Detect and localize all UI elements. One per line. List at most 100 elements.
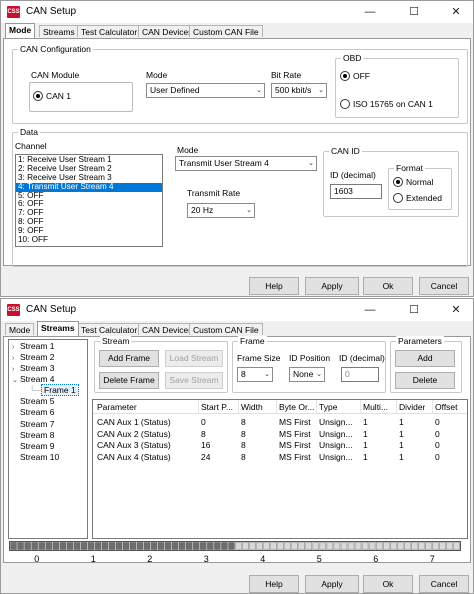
channel-item[interactable]: 10: OFF xyxy=(16,235,162,245)
tree-item-stream-3[interactable]: › Stream 3 xyxy=(12,363,55,374)
tab-custom-can-file[interactable]: Custom CAN File xyxy=(189,323,263,335)
bit-cell xyxy=(45,542,52,550)
table-cell: Unsign... xyxy=(319,440,353,450)
channel-listbox[interactable]: 1: Receive User Stream 1 2: Receive User … xyxy=(15,154,163,247)
tree-item-stream-9[interactable]: Stream 9 xyxy=(20,441,55,452)
table-cell: CAN Aux 2 (Status) xyxy=(97,428,171,439)
bit-cell xyxy=(333,542,341,550)
obd-radio-off[interactable]: OFF xyxy=(340,71,370,81)
table-row[interactable]: CAN Aux 1 (Status) 0 8 MS First Unsign... 1 1 0 xyxy=(93,417,467,428)
add-frame-button[interactable]: Add Frame xyxy=(99,350,159,367)
column-header[interactable]: Parameter xyxy=(97,402,137,412)
table-row[interactable]: CAN Aux 4 (Status) 24 8 MS First Unsign... 1 1… xyxy=(93,452,467,463)
mode-tab-panel: CAN Configuration CAN Module CAN 1 Mode … xyxy=(3,38,471,267)
column-separator[interactable] xyxy=(432,400,433,413)
column-separator[interactable] xyxy=(198,400,199,413)
tree-item-stream-6[interactable]: Stream 6 xyxy=(20,407,55,418)
data-mode-select[interactable]: Transmit User Stream 4 ⌄ xyxy=(175,156,317,171)
bit-cell xyxy=(411,542,418,550)
mode-select-value: User Defined xyxy=(150,85,200,95)
ok-button[interactable]: Ok xyxy=(363,575,413,593)
stream-tree[interactable]: › Stream 1 › Stream 2 › Stream 3 ⌄ Stream 4 … xyxy=(8,339,88,539)
table-row[interactable]: CAN Aux 2 (Status) 8 8 MS First Unsign... 1 1 0 xyxy=(93,429,467,440)
tree-item-frame-1[interactable]: └─ Frame 1 xyxy=(29,384,79,396)
tab-can-devices[interactable]: CAN Devices xyxy=(138,25,197,37)
maximize-icon[interactable]: ☐ xyxy=(399,1,429,23)
column-separator[interactable] xyxy=(276,400,277,413)
data-group: Data Channel 1: Receive User Stream 1 2: … xyxy=(12,127,468,267)
maximize-icon[interactable]: ☐ xyxy=(399,299,429,321)
id-position-value: None xyxy=(293,369,314,379)
table-row[interactable]: CAN Aux 3 (Status) 16 8 MS First Unsign... 1 1… xyxy=(93,440,467,451)
column-header[interactable]: Byte Or... xyxy=(279,402,314,412)
ok-button[interactable]: Ok xyxy=(363,277,413,295)
can-module-radio-can1[interactable]: CAN 1 xyxy=(33,91,71,101)
obd-off-label: OFF xyxy=(353,71,370,81)
parameter-table[interactable]: Parameter Start P... Width Byte Or... Type Mu… xyxy=(92,399,468,539)
save-stream-button[interactable]: Save Stream xyxy=(165,372,223,389)
help-button[interactable]: Help xyxy=(249,277,299,295)
column-separator[interactable] xyxy=(360,400,361,413)
bit-cell xyxy=(108,542,116,550)
cancel-button[interactable]: Cancel xyxy=(419,575,469,593)
tree-item-stream-7[interactable]: Stream 7 xyxy=(20,419,55,430)
data-label: Data xyxy=(18,127,40,137)
column-separator[interactable] xyxy=(316,400,317,413)
apply-button[interactable]: Apply xyxy=(305,575,359,593)
help-button[interactable]: Help xyxy=(249,575,299,593)
tab-mode[interactable]: Mode xyxy=(5,323,35,335)
tab-custom-can-file[interactable]: Custom CAN File xyxy=(189,25,263,37)
column-header[interactable]: Offset xyxy=(435,402,458,412)
tree-item-stream-2[interactable]: › Stream 2 xyxy=(12,352,55,363)
tab-test-calculator[interactable]: Test Calculator xyxy=(77,25,142,37)
tree-item-stream-1[interactable]: › Stream 1 xyxy=(12,341,55,352)
tree-item-label: Stream 4 xyxy=(20,374,55,384)
minimize-icon[interactable]: — xyxy=(355,1,385,23)
close-icon[interactable]: ✕ xyxy=(441,299,471,321)
tab-test-calculator[interactable]: Test Calculator xyxy=(77,323,142,335)
add-parameter-button[interactable]: Add xyxy=(395,350,455,367)
close-icon[interactable]: ✕ xyxy=(441,1,471,23)
bit-rate-select[interactable]: 500 kbit/s ⌄ xyxy=(271,83,327,98)
column-separator[interactable] xyxy=(396,400,397,413)
obd-radio-iso[interactable]: ISO 15765 on CAN 1 xyxy=(340,99,433,109)
chevron-down-icon: ⌄ xyxy=(264,371,270,378)
cancel-button[interactable]: Cancel xyxy=(419,277,469,295)
bit-cell xyxy=(284,542,291,550)
tree-item-stream-8[interactable]: Stream 8 xyxy=(20,430,55,441)
format-radio-normal[interactable]: Normal xyxy=(393,177,433,187)
tree-item-stream-5[interactable]: Stream 5 xyxy=(20,396,55,407)
load-stream-button[interactable]: Load Stream xyxy=(165,350,223,367)
column-header[interactable]: Width xyxy=(241,402,263,412)
bit-cell xyxy=(249,542,256,550)
frame-id-decimal-input[interactable]: 0 xyxy=(341,367,379,382)
id-decimal-input[interactable]: 1603 xyxy=(330,184,382,199)
tree-item-stream-10[interactable]: Stream 10 xyxy=(20,452,59,463)
bit-cell xyxy=(150,542,158,550)
minimize-icon[interactable]: — xyxy=(355,299,385,321)
transmit-rate-select[interactable]: 20 Hz ⌄ xyxy=(187,203,255,218)
column-header[interactable]: Type xyxy=(319,402,337,412)
chevron-down-icon: ⌄ xyxy=(308,160,314,167)
bit-cell xyxy=(66,542,73,550)
table-cell: MS First xyxy=(279,440,311,450)
id-position-select[interactable]: None ⌄ xyxy=(289,367,325,382)
format-group: Format Normal Extended xyxy=(388,163,452,210)
delete-parameter-button[interactable]: Delete xyxy=(395,372,455,389)
delete-frame-button[interactable]: Delete Frame xyxy=(99,372,159,389)
column-separator[interactable] xyxy=(238,400,239,413)
tab-streams[interactable]: Streams xyxy=(39,25,79,37)
column-header[interactable]: Start P... xyxy=(201,402,233,412)
format-radio-extended[interactable]: Extended xyxy=(393,193,442,203)
tab-can-devices[interactable]: CAN Devices xyxy=(138,323,197,335)
obd-label: OBD xyxy=(341,53,364,63)
apply-button[interactable]: Apply xyxy=(305,277,359,295)
frame-size-select[interactable]: 8 ⌄ xyxy=(237,367,273,382)
table-cell: 1 xyxy=(399,440,404,450)
column-header[interactable]: Multi... xyxy=(363,402,388,412)
mode-select[interactable]: User Defined ⌄ xyxy=(146,83,265,98)
tab-mode[interactable]: Mode xyxy=(5,23,36,38)
tab-streams[interactable]: Streams xyxy=(37,321,79,336)
column-header[interactable]: Divider xyxy=(399,402,425,412)
bit-cell xyxy=(24,542,31,550)
